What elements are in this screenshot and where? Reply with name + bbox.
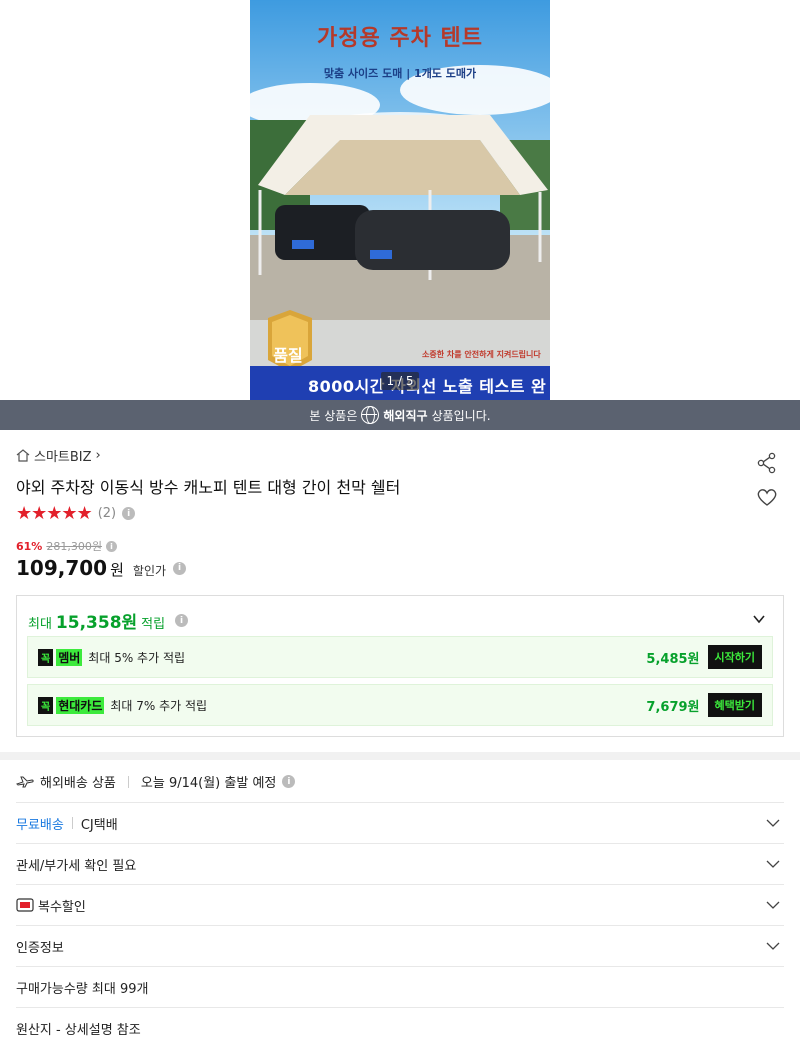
home-icon [16,449,30,462]
max-reward-amount: 15,358원 [55,613,138,633]
separator [71,817,73,829]
start-member-button[interactable]: 시작하기 [707,645,762,669]
chevron-right-icon: › [95,448,101,463]
original-price-line: 61% 281,300원 i [16,538,117,554]
reward-row-hyundai-card: 꼭 현대카드 최대 7% 추가 적립 7,679원 혜택받기 [27,684,773,726]
info-icon[interactable]: i [173,561,187,575]
rewards-box: 최대 15,358원 적립 i 꼭 멤버 최대 5% 추가 적립 5,485원 … [16,595,784,737]
info-icon[interactable]: i [175,614,189,627]
courier-name: CJ택배 [80,817,118,833]
discount-rate: 61% [16,539,43,553]
reward-row-member: 꼭 멤버 최대 5% 추가 적립 5,485원 시작하기 [27,636,773,678]
image-page-counter: 1 / 5 [381,372,419,390]
hero-bottom-text: 8000시간 자외선 노출 테스트 완료 [308,377,547,396]
currency-unit: 원 [110,561,124,579]
info-icon[interactable]: i [282,775,296,788]
free-shipping-label: 무료배송 [16,817,64,833]
globe-icon [361,406,380,424]
max-reward-prefix: 최대 [28,617,52,632]
rating-summary[interactable]: ★★★★★ (2) i [16,503,136,524]
sale-price-label: 할인가 [132,564,167,578]
coupon-icon [16,898,34,912]
tag-label: 멤버 [56,648,83,666]
hero-subtitle: 맞춤 사이즈 도매 | 1개도 도매가 [323,67,477,80]
banner-prefix: 본 상품은 [309,408,358,423]
customs-label: 관세/부가세 확인 필요 [16,858,137,874]
section-divider [0,752,800,760]
shipping-fee-row[interactable]: 무료배송 CJ택배 [16,802,784,843]
store-link[interactable]: 스마트BIZ › [16,446,101,465]
store-name: 스마트BIZ [34,450,92,465]
separator [127,775,129,788]
chevron-down-icon[interactable] [752,612,766,626]
tag-badge: 꼭 [38,696,54,714]
shipping-type: 해외배송 상품 [40,776,116,791]
original-price: 281,300원 [46,540,102,553]
banner-suffix: 상품입니다. [431,408,491,423]
product-image[interactable]: 가정용 주차 텐트 맞춤 사이즈 도매 | 1개도 도매가 품질 소중한 차를 … [250,0,550,400]
origin-row: 원산지 - 상세설명 참조 [16,1007,784,1048]
tag-label: 현대카드 [56,696,105,714]
purchase-limit-row: 구매가능수량 최대 99개 [16,966,784,1007]
purchase-limit-label: 구매가능수량 최대 99개 [16,981,149,997]
member-tag: 꼭 멤버 [38,648,83,666]
tag-badge: 꼭 [38,648,54,666]
card-tag: 꼭 현대카드 [38,696,105,714]
origin-label: 원산지 - 상세설명 참조 [16,1022,141,1038]
chevron-down-icon[interactable] [766,816,780,830]
reward-description: 최대 7% 추가 적립 [110,698,208,713]
banner-strong: 해외직구 [383,408,428,423]
max-reward-header: 최대 15,358원 적립 i [28,608,189,633]
departure-estimate: 오늘 9/14(월) 출발 예정 [140,776,277,791]
certification-row[interactable]: 인증정보 [16,925,784,966]
multi-discount-row[interactable]: 복수할인 [16,884,784,925]
chevron-down-icon[interactable] [766,939,780,953]
certification-label: 인증정보 [16,940,64,956]
quality-badge: 품질 [273,346,303,365]
heart-icon[interactable] [756,486,778,508]
overseas-direct-banner: 본 상품은 해외직구 상품입니다. [0,400,800,430]
tent-photo-illustration [250,0,550,372]
sale-price-line: 109,700 원 할인가 i [16,556,187,580]
product-image-carousel[interactable]: 가정용 주차 텐트 맞춤 사이즈 도매 | 1개도 도매가 품질 소중한 차를 … [0,0,800,400]
product-title: 야외 주차장 이동식 방수 캐노피 텐트 대형 간이 천막 쉘터 [16,478,401,497]
review-count[interactable]: (2) [98,506,116,521]
airplane-shipping-icon [16,776,34,787]
info-icon[interactable]: i [105,540,117,552]
chevron-down-icon[interactable] [766,898,780,912]
multi-discount-label: 복수할인 [38,899,86,915]
sale-price: 109,700 [16,556,108,580]
reward-description: 최대 5% 추가 적립 [88,650,186,665]
chevron-down-icon[interactable] [766,857,780,871]
reward-points: 7,679원 [646,699,700,715]
max-reward-suffix: 적립 [141,617,166,632]
get-benefit-button[interactable]: 혜택받기 [707,693,762,717]
reward-points: 5,485원 [646,651,700,667]
star-rating: ★★★★★ [16,503,93,524]
hero-small-note: 소중한 차를 안전하게 지켜드립니다 [422,350,541,359]
share-icon[interactable] [756,452,778,474]
shipping-summary: 해외배송 상품 오늘 9/14(월) 출발 예정 i [16,772,296,791]
info-icon[interactable]: i [122,507,136,520]
customs-row[interactable]: 관세/부가세 확인 필요 [16,843,784,884]
hero-title: 가정용 주차 텐트 [317,26,483,51]
